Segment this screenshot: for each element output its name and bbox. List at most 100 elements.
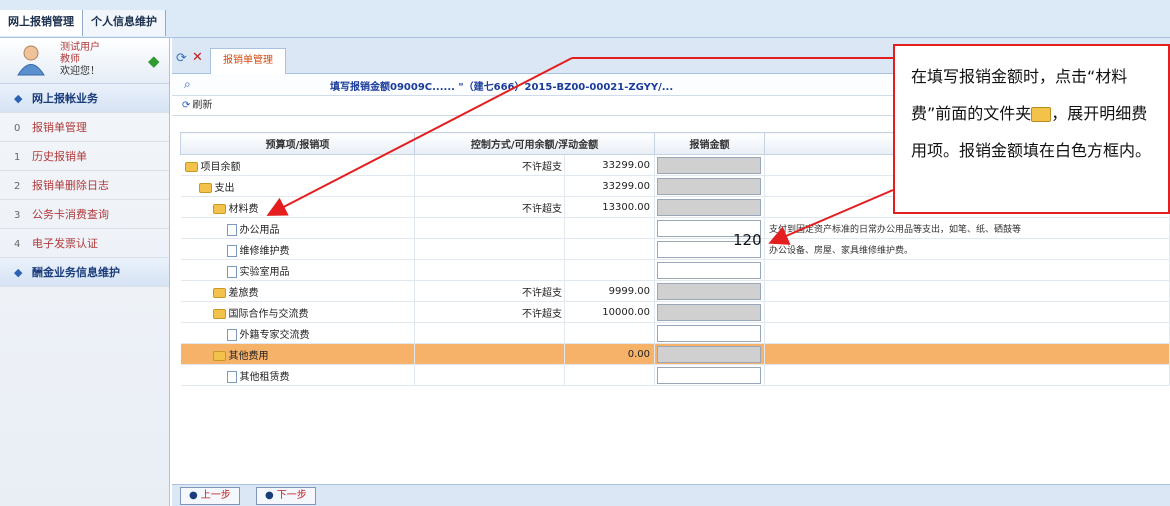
budget-item-cell[interactable]: 其他费用: [180, 343, 415, 365]
item-description-cell: [764, 364, 1170, 386]
sidebar-item-6[interactable]: ◆ 酬金业务信息维护: [0, 258, 169, 287]
amount-input: [657, 345, 761, 363]
table-row: 差旅费 不许超支 9999.00: [180, 280, 1170, 302]
col-header-control: 控制方式/可用余额/浮动金额: [414, 132, 655, 155]
document-icon: [226, 223, 237, 236]
sidebar-item-1[interactable]: 0 报销单管理: [0, 113, 169, 142]
sidebar: 测试用户 教师 欢迎您！ ◆ ◆ 网上报帐业务 0 报销单管理 1 历史报销单 2 报销单删除…: [0, 38, 170, 506]
document-icon: [226, 328, 237, 341]
sidebar-item-number: 3: [14, 210, 21, 221]
refresh-icon[interactable]: ⟳: [182, 100, 190, 111]
available-balance-cell: [564, 322, 655, 344]
document-icon: [226, 244, 237, 257]
top-tab-0[interactable]: 网上报销管理: [0, 10, 83, 36]
budget-item-cell[interactable]: 材料费: [180, 196, 415, 218]
prev-step-label: 上一步: [200, 490, 231, 501]
item-description-cell: [764, 280, 1170, 302]
budget-item-cell[interactable]: 项目余额: [180, 154, 415, 176]
amount-input: [657, 282, 761, 300]
sidebar-item-label: 公务卡消费查询: [32, 208, 109, 221]
amount-cell: [654, 175, 765, 197]
sidebar-item-0[interactable]: ◆ 网上报帐业务: [0, 84, 169, 113]
available-balance-cell: [564, 364, 655, 386]
amount-cell: [654, 196, 765, 218]
top-menu-bar: 网上报销管理 个人信息维护: [0, 0, 1170, 38]
folder-icon[interactable]: [198, 182, 212, 193]
next-step-button[interactable]: ● 下一步: [256, 487, 316, 505]
search-icon[interactable]: ⌕: [184, 77, 191, 92]
amount-cell: [654, 154, 765, 176]
budget-item-name: 支出: [214, 182, 235, 194]
item-description-cell: [764, 301, 1170, 323]
amount-input[interactable]: [657, 324, 761, 342]
control-method-cell: 不许超支: [414, 280, 565, 302]
item-description-cell: 支付到固定资产标准的日常办公用品等支出，如笔、纸、硒鼓等: [764, 217, 1170, 239]
folder-icon[interactable]: [212, 287, 226, 298]
next-step-label: 下一步: [276, 490, 307, 501]
item-description-cell: [764, 343, 1170, 365]
sidebar-item-5[interactable]: 4 电子发票认证: [0, 229, 169, 258]
sidebar-menu: ◆ 网上报帐业务 0 报销单管理 1 历史报销单 2 报销单删除日志 3 公务卡消费查询 4 电子发票…: [0, 84, 169, 287]
sidebar-item-label: 酬金业务信息维护: [32, 266, 120, 279]
budget-item-name: 其他租赁费: [239, 371, 290, 383]
close-tab-icon[interactable]: ✕: [192, 50, 203, 65]
table-row: 办公用品 支付到固定资产标准的日常办公用品等支出，如笔、纸、硒鼓等: [180, 217, 1170, 239]
item-description-cell: [764, 259, 1170, 281]
budget-item-name: 外籍专家交流费: [239, 329, 310, 341]
footer-bar: ● 上一步 ● 下一步: [172, 484, 1170, 506]
budget-item-cell: 维修维护费: [180, 238, 415, 260]
sidebar-item-label: 报销单管理: [32, 121, 87, 134]
amount-input: [657, 303, 761, 321]
sidebar-item-2[interactable]: 1 历史报销单: [0, 142, 169, 171]
reimbursement-info-line: 填写报销金额09009C...... "（建七666）2015-BZ00-000…: [330, 82, 674, 93]
table-row: 其他费用 0.00: [180, 343, 1170, 365]
budget-item-cell: 办公用品: [180, 217, 415, 239]
budget-item-name: 实验室用品: [239, 266, 290, 278]
folder-icon: [1031, 107, 1052, 122]
available-balance-cell: 13300.00: [564, 196, 655, 218]
document-icon: [226, 265, 237, 278]
refresh-button[interactable]: 刷新: [192, 100, 212, 111]
user-avatar-icon: [17, 45, 45, 76]
sidebar-item-number: 2: [14, 181, 21, 192]
collapse-arrow-icon[interactable]: ◆: [148, 52, 160, 70]
available-balance-cell: 33299.00: [564, 154, 655, 176]
prev-icon: ●: [189, 490, 198, 501]
folder-icon[interactable]: [212, 203, 226, 214]
budget-item-name: 差旅费: [228, 287, 259, 299]
top-tab-1[interactable]: 个人信息维护: [83, 10, 166, 36]
table-row: 国际合作与交流费 不许超支 10000.00: [180, 301, 1170, 323]
available-balance-cell: 33299.00: [564, 175, 655, 197]
diamond-icon: ◆: [14, 92, 23, 105]
control-method-cell: [414, 238, 565, 260]
budget-item-cell[interactable]: 国际合作与交流费: [180, 301, 415, 323]
folder-icon[interactable]: [184, 161, 198, 172]
sidebar-item-3[interactable]: 2 报销单删除日志: [0, 171, 169, 200]
tab-reimbursement-management[interactable]: 报销单管理: [210, 48, 286, 74]
table-row: 实验室用品: [180, 259, 1170, 281]
budget-item-cell[interactable]: 差旅费: [180, 280, 415, 302]
table-row: 维修维护费 办公设备、房屋、家具维修维护费。: [180, 238, 1170, 260]
folder-icon[interactable]: [212, 350, 226, 361]
budget-item-name: 国际合作与交流费: [228, 308, 309, 320]
control-method-cell: [414, 364, 565, 386]
budget-item-name: 办公用品: [239, 224, 280, 236]
user-panel: 测试用户 教师 欢迎您！ ◆: [0, 38, 169, 84]
amount-input[interactable]: [657, 261, 761, 279]
reload-tab-icon[interactable]: ⟳: [176, 51, 187, 66]
amount-input[interactable]: [657, 366, 761, 384]
budget-item-cell[interactable]: 支出: [180, 175, 415, 197]
sidebar-item-4[interactable]: 3 公务卡消费查询: [0, 200, 169, 229]
control-method-cell: 不许超支: [414, 154, 565, 176]
available-balance-cell: [564, 217, 655, 239]
control-method-cell: [414, 175, 565, 197]
prev-step-button[interactable]: ● 上一步: [180, 487, 240, 505]
instruction-callout: 在填写报销金额时，点击“材料费”前面的文件夹 ，展开明细费用项。报销金额填在白色方…: [893, 44, 1170, 214]
folder-icon[interactable]: [212, 308, 226, 319]
control-method-cell: 不许超支: [414, 196, 565, 218]
col-header-item: 预算项/报销项: [180, 132, 415, 155]
typed-amount-value: 120: [733, 231, 762, 249]
amount-cell: [654, 322, 765, 344]
budget-item-name: 维修维护费: [239, 245, 290, 257]
amount-cell: [654, 280, 765, 302]
